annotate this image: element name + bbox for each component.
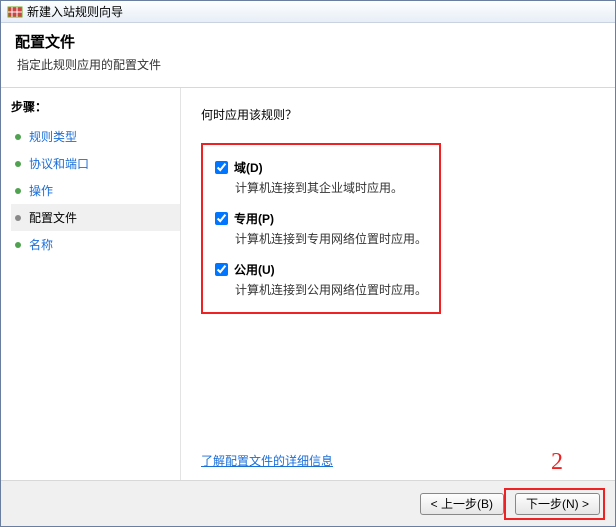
back-button-label: < 上一步(B) <box>431 495 493 512</box>
bullet-icon <box>15 134 21 140</box>
learn-more-link[interactable]: 了解配置文件的详细信息 <box>201 452 333 469</box>
step-label: 操作 <box>29 182 53 199</box>
firewall-icon <box>7 4 23 20</box>
bullet-icon <box>15 188 21 194</box>
step-label: 规则类型 <box>29 128 77 145</box>
private-checkbox[interactable] <box>215 212 228 225</box>
wizard-main: 何时应用该规则？ 域(D) 计算机连接到其企业域时应用。 专用(P) 计算机连接… <box>181 88 615 483</box>
profile-options-group: 域(D) 计算机连接到其企业域时应用。 专用(P) 计算机连接到专用网络位置时应… <box>201 143 441 314</box>
step-label: 协议和端口 <box>29 155 89 172</box>
step-profile[interactable]: 配置文件 <box>11 204 180 231</box>
step-action[interactable]: 操作 <box>11 177 180 204</box>
step-name[interactable]: 名称 <box>11 231 180 258</box>
step-protocol-port[interactable]: 协议和端口 <box>11 150 180 177</box>
steps-heading: 步骤： <box>11 98 180 115</box>
option-private: 专用(P) 计算机连接到专用网络位置时应用。 <box>215 210 427 247</box>
next-button[interactable]: 下一步(N) > <box>515 493 600 515</box>
private-label: 专用(P) <box>234 210 274 227</box>
window-title: 新建入站规则向导 <box>27 3 123 20</box>
step-rule-type[interactable]: 规则类型 <box>11 123 180 150</box>
bullet-icon <box>15 215 21 221</box>
public-checkbox[interactable] <box>215 263 228 276</box>
public-label: 公用(U) <box>234 261 275 278</box>
bullet-icon <box>15 242 21 248</box>
titlebar: 新建入站规则向导 <box>1 1 615 23</box>
option-domain: 域(D) 计算机连接到其企业域时应用。 <box>215 159 427 196</box>
step-label: 配置文件 <box>29 209 77 226</box>
domain-label: 域(D) <box>234 159 263 176</box>
back-button[interactable]: < 上一步(B) <box>420 493 504 515</box>
bullet-icon <box>15 161 21 167</box>
domain-checkbox[interactable] <box>215 161 228 174</box>
private-desc: 计算机连接到专用网络位置时应用。 <box>235 230 427 247</box>
wizard-sidebar: 步骤： 规则类型 协议和端口 操作 配置文件 名称 <box>1 88 181 483</box>
annotation-2: 2 <box>551 449 563 476</box>
option-public: 公用(U) 计算机连接到公用网络位置时应用。 <box>215 261 427 298</box>
domain-desc: 计算机连接到其企业域时应用。 <box>235 179 427 196</box>
step-label: 名称 <box>29 236 53 253</box>
page-subtitle: 指定此规则应用的配置文件 <box>17 56 601 73</box>
page-title: 配置文件 <box>15 31 601 52</box>
next-button-label: 下一步(N) > <box>526 495 589 512</box>
wizard-header: 配置文件 指定此规则应用的配置文件 <box>1 23 615 88</box>
public-desc: 计算机连接到公用网络位置时应用。 <box>235 281 427 298</box>
next-button-highlight: 下一步(N) > <box>504 488 605 520</box>
wizard-footer: < 上一步(B) 下一步(N) > <box>1 480 615 526</box>
question-label: 何时应用该规则？ <box>201 106 595 123</box>
